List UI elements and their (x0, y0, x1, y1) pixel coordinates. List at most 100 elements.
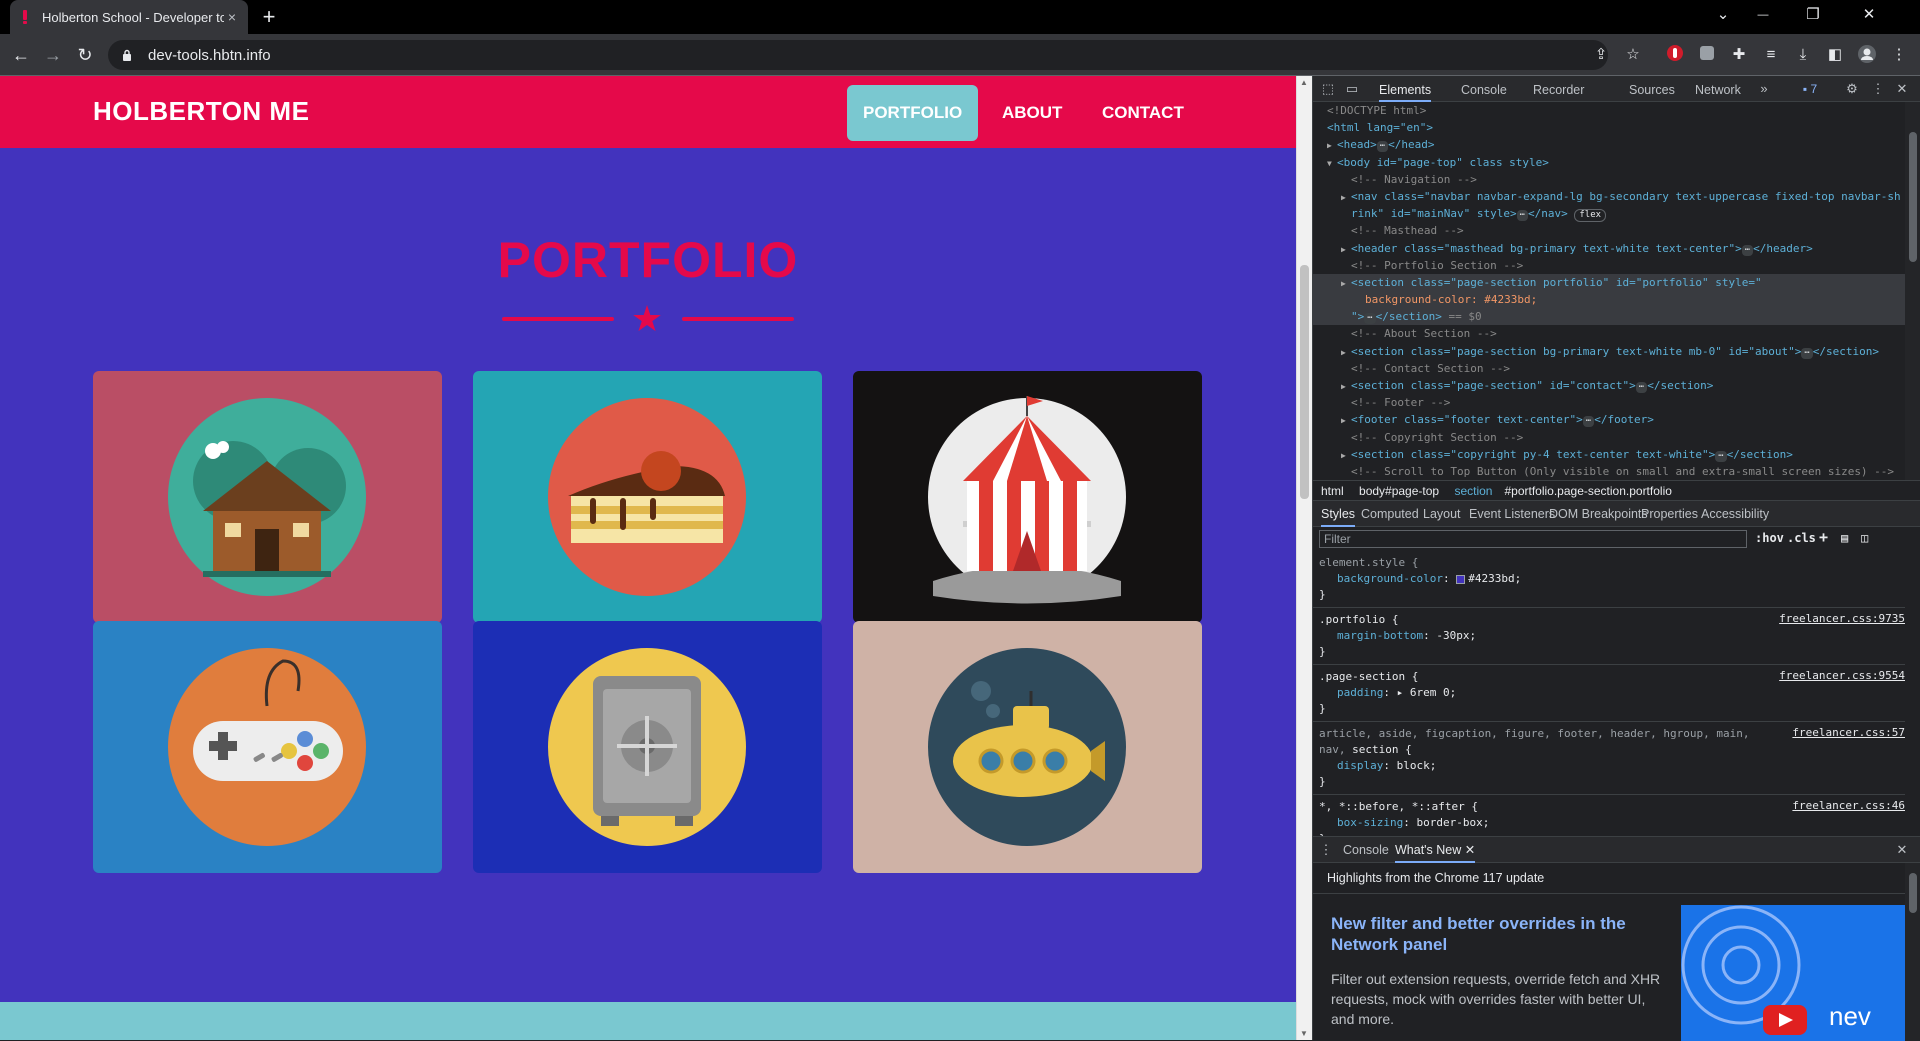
side-panel-icon[interactable]: ◧ (1824, 44, 1846, 66)
dom-comment[interactable]: <!-- Masthead --> (1313, 222, 1905, 239)
issues-badge[interactable]: ▪ 7 (1797, 80, 1823, 98)
tab-event-listeners[interactable]: Event Listeners (1469, 501, 1555, 527)
nav-about-link[interactable]: ABOUT (986, 85, 1078, 141)
share-icon[interactable]: ⇪ (1590, 44, 1612, 66)
style-source-link[interactable]: freelancer.css:57 (1792, 726, 1905, 739)
settings-gear-icon[interactable]: ⚙ (1843, 80, 1861, 98)
style-rule-element[interactable]: element.style { background-color: #4233b… (1313, 551, 1905, 608)
more-tabs-icon[interactable]: » (1755, 80, 1773, 98)
extensions-puzzle-icon[interactable]: ✚ (1728, 44, 1750, 66)
browser-menu-icon[interactable]: ⋮ (1888, 44, 1910, 66)
close-tab-icon[interactable]: ✕ (1465, 843, 1475, 857)
device-toolbar-icon[interactable]: ▭ (1343, 80, 1361, 98)
extension-grey-icon[interactable] (1696, 44, 1718, 66)
style-rule-portfolio[interactable]: .portfolio { freelancer.css:9735 margin-… (1313, 608, 1905, 665)
tab-computed[interactable]: Computed (1361, 501, 1419, 527)
tab-properties[interactable]: Properties (1641, 501, 1698, 527)
reading-list-icon[interactable]: ≡ (1760, 44, 1782, 66)
drawer-menu-icon[interactable]: ⋮ (1317, 841, 1335, 859)
tab-styles[interactable]: Styles (1321, 501, 1356, 527)
dom-comment[interactable]: <!-- About Section --> (1313, 325, 1905, 342)
back-button[interactable]: ← (8, 42, 34, 68)
portfolio-item-cabin[interactable] (93, 371, 442, 623)
dom-body[interactable]: ▼ <body id="page-top" class style> (1313, 154, 1905, 171)
new-rule-button[interactable]: + (1819, 528, 1828, 546)
dom-tree-scrollbar[interactable] (1905, 102, 1920, 480)
forward-button[interactable]: → (40, 42, 66, 68)
style-rule-page-section[interactable]: .page-section { freelancer.css:9554 padd… (1313, 665, 1905, 722)
scroll-up-icon[interactable]: ▲ (1300, 78, 1308, 87)
portfolio-item-submarine[interactable] (853, 621, 1202, 873)
dom-doctype[interactable]: <!DOCTYPE html> (1313, 102, 1905, 119)
paint-brush-icon[interactable]: ▤ (1841, 531, 1848, 545)
dom-footer[interactable]: ▶ <footer class="footer text-center"> ⋯ </f… (1313, 411, 1905, 428)
dom-header[interactable]: ▶ <header class="masthead bg-primary text… (1313, 240, 1905, 257)
browser-tab[interactable]: Holberton School - Developer to × (10, 0, 248, 34)
dom-section-copyright[interactable]: ▶ <section class="copyright py-4 text-cen… (1313, 446, 1905, 463)
dom-section-about[interactable]: ▶ <section class="page-section bg-primary… (1313, 343, 1905, 360)
tab-elements[interactable]: Elements (1379, 76, 1432, 102)
minimize-button[interactable]: — (1740, 0, 1786, 30)
dom-section-portfolio-style[interactable]: background-color: #4233bd; (1313, 291, 1905, 309)
devtools-menu-icon[interactable]: ⋮ (1869, 80, 1887, 98)
tab-recorder[interactable]: Recorder (1533, 76, 1584, 102)
reload-button[interactable]: ↻ (72, 42, 98, 68)
crumb-body[interactable]: body#page-top (1359, 484, 1439, 498)
portfolio-item-circus[interactable] (853, 371, 1202, 623)
portfolio-item-safe[interactable] (473, 621, 822, 873)
dom-comment[interactable]: <!-- Footer --> (1313, 394, 1905, 411)
dom-comment[interactable]: <!-- Portfolio Section --> (1313, 257, 1905, 274)
tab-console[interactable]: Console (1461, 76, 1507, 102)
crumb-section[interactable]: section #portfolio.page-section.portfolio (1454, 484, 1683, 498)
class-toggle[interactable]: .cls (1787, 531, 1816, 545)
page-scroll-thumb[interactable] (1300, 265, 1309, 499)
style-rule-block-elements[interactable]: article, aside, figcaption, figure, foot… (1313, 722, 1905, 795)
extension-red-icon[interactable] (1664, 44, 1686, 66)
nav-portfolio-link[interactable]: PORTFOLIO (847, 85, 979, 141)
drawer-scrollbar[interactable] (1905, 863, 1920, 1041)
dom-nav-cont[interactable]: rink" id="mainNav" style> ⋯ </nav> flex (1313, 205, 1905, 223)
page-scrollbar[interactable]: ▲ ▼ (1296, 76, 1312, 1040)
close-devtools-icon[interactable]: ✕ (1893, 80, 1911, 98)
new-tab-button[interactable]: + (256, 4, 282, 30)
dom-nav[interactable]: ▶ <nav class="navbar navbar-expand-lg bg-… (1313, 188, 1905, 205)
lock-icon[interactable] (122, 49, 136, 61)
dom-head[interactable]: ▶ <head> ⋯ </head> (1313, 136, 1905, 153)
site-brand[interactable]: HOLBERTON ME (93, 96, 309, 127)
tab-sources[interactable]: Sources (1629, 76, 1675, 102)
dom-comment[interactable]: <!-- Scroll to Top Button (Only visible … (1313, 463, 1905, 480)
restore-button[interactable]: ❐ (1790, 0, 1836, 30)
dom-section-portfolio-close[interactable]: "> ⋯ </section> == $0 (1313, 308, 1905, 326)
hover-state-toggle[interactable]: :hov (1755, 531, 1784, 545)
nav-contact-link[interactable]: CONTACT (1086, 85, 1200, 141)
portfolio-item-controller[interactable] (93, 621, 442, 873)
drawer-tab-whats-new[interactable]: What's New ✕ (1395, 837, 1476, 863)
whats-new-video-thumbnail[interactable]: nev (1681, 905, 1905, 1041)
tab-network[interactable]: Network (1695, 76, 1741, 102)
download-icon[interactable]: ⤓ (1792, 44, 1814, 66)
dom-comment[interactable]: <!-- Navigation --> (1313, 171, 1905, 188)
dom-section-contact[interactable]: ▶ <section class="page-section" id="conta… (1313, 377, 1905, 394)
toggle-sidebar-icon[interactable]: ◫ (1861, 531, 1868, 545)
style-source-link[interactable]: freelancer.css:9554 (1779, 669, 1905, 682)
dom-comment[interactable]: <!-- Copyright Section --> (1313, 429, 1905, 446)
close-drawer-icon[interactable]: ✕ (1893, 841, 1911, 859)
portfolio-item-cake[interactable] (473, 371, 822, 623)
bookmark-star-icon[interactable]: ☆ (1622, 44, 1644, 66)
scroll-down-icon[interactable]: ▼ (1300, 1029, 1308, 1038)
close-window-button[interactable]: ✕ (1846, 0, 1892, 30)
styles-filter-input[interactable]: Filter (1319, 530, 1747, 548)
tab-accessibility[interactable]: Accessibility (1701, 501, 1769, 527)
dom-comment[interactable]: <!-- Contact Section --> (1313, 360, 1905, 377)
inspect-element-icon[interactable]: ⬚ (1319, 80, 1337, 98)
tab-close-icon[interactable]: × (224, 9, 240, 25)
crumb-html[interactable]: html (1321, 484, 1344, 498)
dom-html[interactable]: <html lang="en"> (1313, 119, 1905, 136)
drawer-tab-console[interactable]: Console (1343, 837, 1389, 863)
style-source-link[interactable]: freelancer.css:9735 (1779, 612, 1905, 625)
color-swatch-icon[interactable] (1456, 574, 1466, 584)
tab-layout[interactable]: Layout (1423, 501, 1461, 527)
whats-new-title[interactable]: New filter and better overrides in the N… (1331, 913, 1661, 955)
profile-avatar-icon[interactable] (1856, 44, 1878, 66)
tab-dom-breakpoints[interactable]: DOM Breakpoints (1549, 501, 1648, 527)
